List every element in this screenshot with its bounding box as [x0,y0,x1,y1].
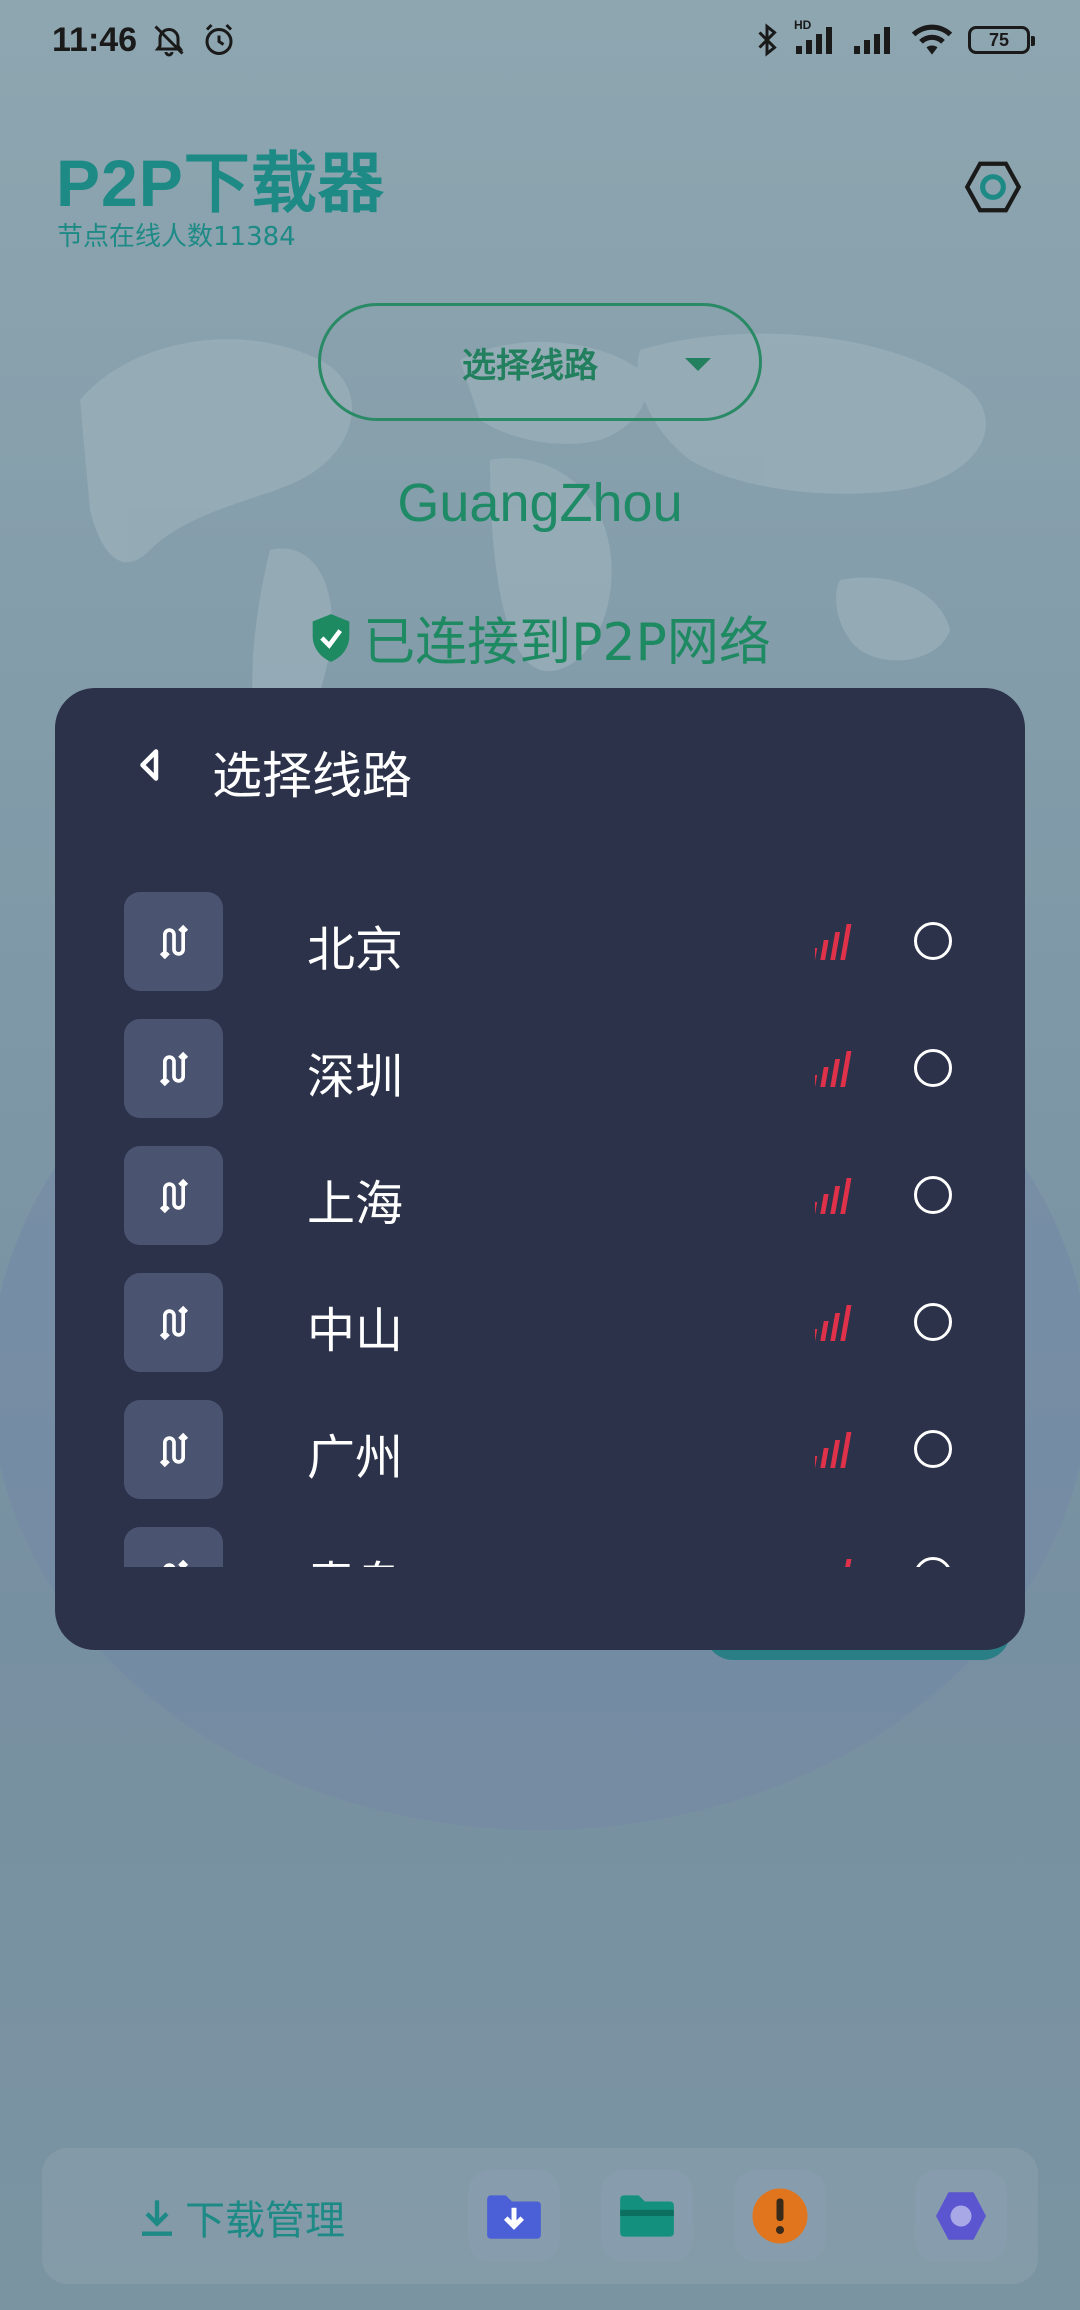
route-wave-icon [124,1146,223,1245]
route-item[interactable]: 广州 [55,1400,1025,1527]
files-button[interactable] [601,2170,693,2262]
battery-icon: 75 [968,26,1035,54]
route-wave-icon [124,892,223,991]
route-name: 上海 [307,1176,404,1232]
alarm-icon [201,22,237,58]
connection-status: 已连接到P2P网络 [0,600,1080,675]
network-type-label: HD [794,18,812,32]
route-item[interactable]: 北京 [55,892,1025,1019]
route-radio-button[interactable] [914,1430,952,1468]
bottom-navigation-bar: 下载管理 [42,2148,1038,2284]
route-wave-icon [124,1019,223,1118]
route-wave-icon [124,1273,223,1372]
dialog-title: 选择线路 [212,747,412,805]
current-city: GuangZhou [397,473,683,533]
status-time: 11:46 [52,20,138,59]
route-select-dropdown[interactable]: 选择线路 [318,303,762,421]
signal-strength-icon [810,1049,855,1089]
signal-strength-icon [810,1176,855,1216]
folder-download-icon [487,2195,541,2239]
route-radio-button[interactable] [914,922,952,960]
route-name: 北京 [307,922,404,978]
alert-button[interactable] [734,2170,826,2262]
connection-status-text: 已连接到P2P网络 [363,613,771,673]
caret-down-icon [685,358,711,371]
route-radio-button[interactable] [914,1303,952,1341]
route-list[interactable]: 北京深圳上海中山广州青岛 [55,878,1025,1567]
route-radio-button[interactable] [914,1557,952,1567]
settings-nav-button[interactable] [915,2170,1007,2262]
route-radio-button[interactable] [914,1176,952,1214]
route-radio-button[interactable] [914,1049,952,1087]
exclamation-icon [752,2188,808,2244]
route-item[interactable]: 上海 [55,1146,1025,1273]
route-name: 中山 [307,1303,404,1359]
bluetooth-icon [754,22,780,58]
route-item[interactable]: 青岛 [55,1527,1025,1567]
back-button[interactable] [125,740,175,790]
route-select-label: 选择线路 [462,345,598,386]
screen: 11:46 HD 75 P2P下载器 节点在线人数11384 选择线路 Guan… [0,0,1080,2310]
dialog-header: 选择线路 [55,688,1025,848]
download-manager-label: 下载管理 [185,2198,345,2244]
download-manager-link[interactable]: 下载管理 [137,2188,345,2246]
route-select-dialog: 选择线路 北京深圳上海中山广州青岛 [55,688,1025,1650]
route-wave-icon [124,1527,223,1567]
app-title: P2P下载器 [56,146,385,220]
signal-strength-icon [815,1557,855,1567]
download-icon [142,2200,172,2236]
cellular-signal-2-icon [852,24,896,56]
signal-strength-icon [810,1303,855,1343]
folder-icon [620,2195,674,2237]
cellular-signal-icon: HD [794,18,838,56]
route-item[interactable]: 深圳 [55,1019,1025,1146]
status-bar: 11:46 HD 75 [0,0,1080,80]
hexagon-gear-icon [936,2192,986,2240]
settings-button[interactable] [958,152,1028,222]
route-item[interactable]: 中山 [55,1273,1025,1400]
route-name: 广州 [307,1430,404,1486]
route-wave-icon [124,1400,223,1499]
download-folder-button[interactable] [468,2170,560,2262]
shield-check-icon [312,613,350,662]
online-nodes-count: 节点在线人数11384 [57,222,296,252]
route-name: 深圳 [307,1049,404,1105]
back-arrow-icon [140,749,159,781]
mute-notification-icon [151,22,187,58]
signal-strength-icon [810,1430,855,1470]
wifi-icon [910,23,954,57]
hexagon-settings-icon [964,161,1022,213]
signal-strength-icon [810,922,855,962]
route-name: 青岛 [307,1545,403,1567]
